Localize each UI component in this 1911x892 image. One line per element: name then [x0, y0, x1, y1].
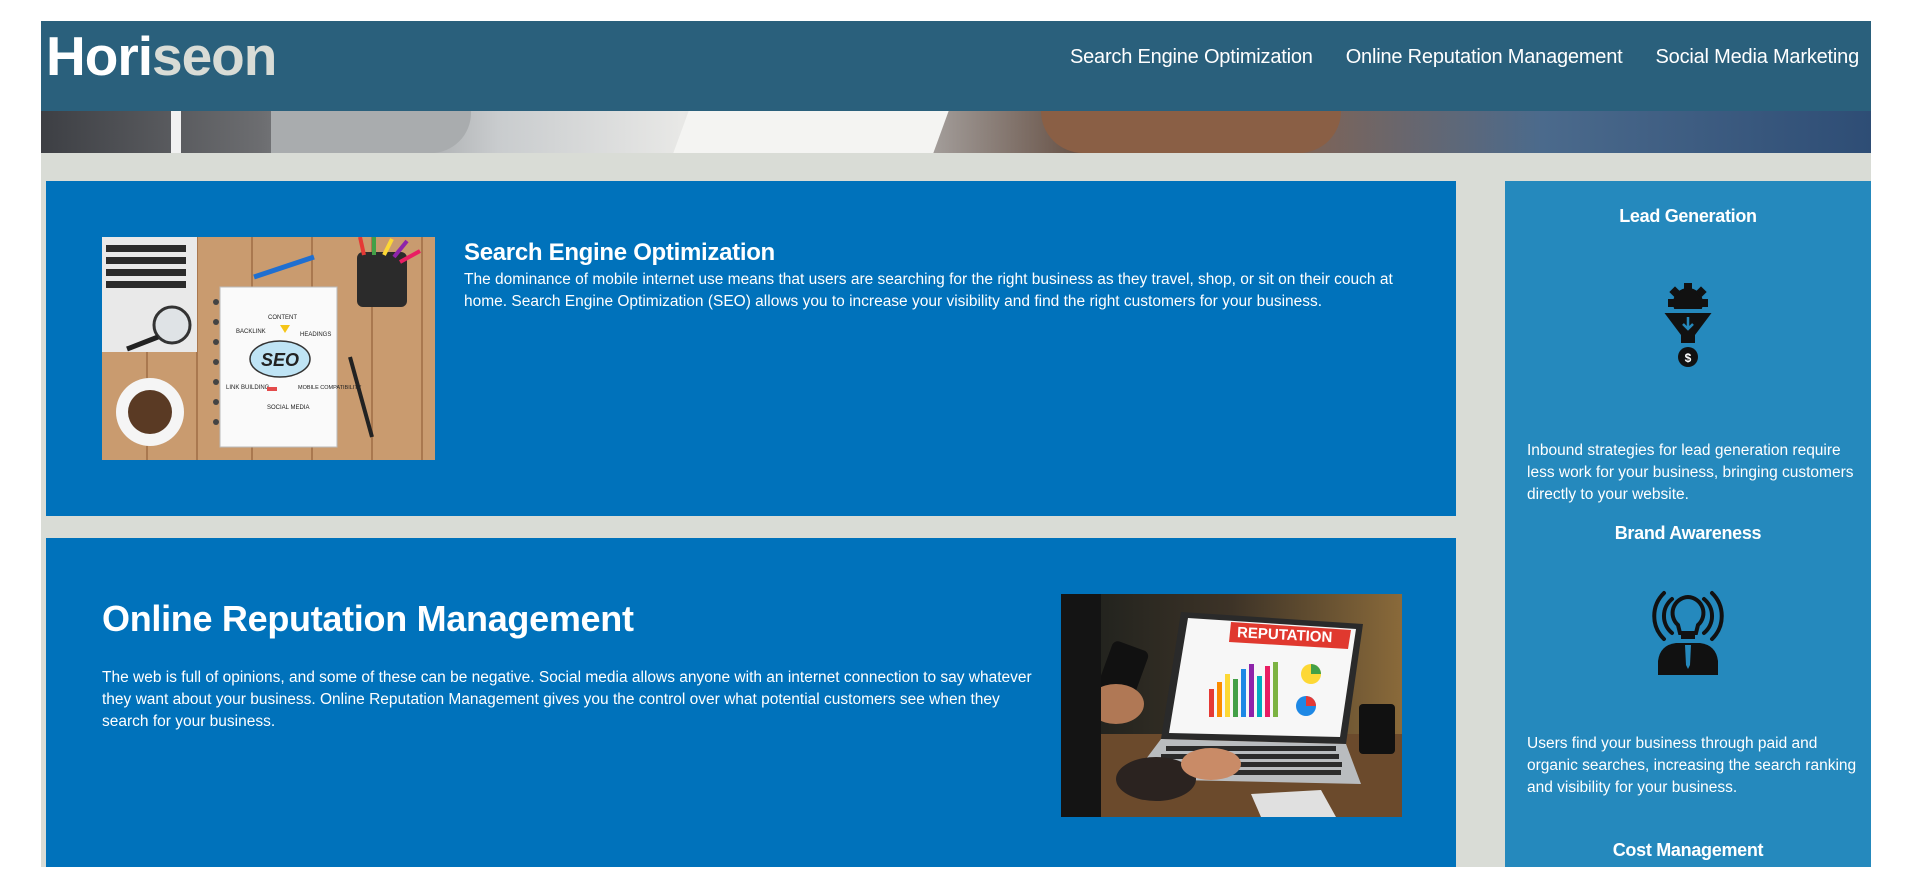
- benefit-body: Inbound strategies for lead generation r…: [1527, 442, 1854, 503]
- orm-section: Online Reputation Management The web is …: [46, 538, 1456, 867]
- benefit-title: Lead Generation: [1619, 206, 1757, 226]
- nav-link-smm[interactable]: Social Media Marketing: [1656, 46, 1860, 69]
- benefit-title: Brand Awareness: [1614, 523, 1762, 543]
- nav-link-seo[interactable]: Search Engine Optimization: [1070, 46, 1313, 69]
- logo-accent: seon: [152, 25, 277, 87]
- nav-link-orm[interactable]: Online Reputation Management: [1346, 46, 1623, 69]
- benefits-sidebar: Lead Generation $ Inbound strategies for…: [1505, 181, 1871, 867]
- benefit-cost-management: Cost Management: [1505, 840, 1871, 861]
- seo-image-backlink-label: BACKLINK: [236, 329, 266, 335]
- benefit-body: Users find your business through paid an…: [1527, 735, 1857, 796]
- page-container: Horiseon Search Engine Optimization Onli…: [41, 21, 1871, 867]
- seo-image-linkbuilding-label: LINK BUILDING: [226, 385, 270, 391]
- orm-body: The web is full of opinions, and some of…: [102, 669, 1032, 730]
- site-header: Horiseon Search Engine Optimization Onli…: [41, 21, 1871, 111]
- site-logo[interactable]: Horiseon: [46, 29, 277, 84]
- seo-image: SEO CONTENT BACKLINK HEADINGS LINK BUILD…: [102, 236, 435, 460]
- seo-section: SEO CONTENT BACKLINK HEADINGS LINK BUILD…: [46, 181, 1456, 516]
- logo-main: Hori: [46, 25, 153, 87]
- seo-image-center-label: SEO: [261, 350, 299, 370]
- benefit-title: Cost Management: [1612, 840, 1764, 860]
- benefit-lead-generation: Lead Generation $ Inbound strategies for…: [1505, 206, 1871, 503]
- lead-generation-icon: $: [1655, 281, 1721, 371]
- benefit-brand-awareness: Brand Awareness Users find your business…: [1505, 523, 1871, 796]
- seo-image-mobile-label: MOBILE COMPATIBILITY: [298, 385, 362, 391]
- svg-text:$: $: [1685, 351, 1692, 365]
- orm-title: Online Reputation Management: [102, 598, 634, 639]
- seo-body: The dominance of mobile internet use mea…: [464, 271, 1393, 310]
- main-nav: Search Engine Optimization Online Reputa…: [1070, 46, 1859, 69]
- seo-image-headings-label: HEADINGS: [300, 332, 331, 338]
- seo-image-content-label: CONTENT: [268, 315, 297, 321]
- orm-image: REPUTATION: [1061, 594, 1402, 817]
- brand-awareness-icon: [1652, 585, 1724, 675]
- hero-image: [41, 111, 1871, 153]
- seo-image-social-label: SOCIAL MEDIA: [267, 405, 309, 411]
- seo-title: Search Engine Optimization: [464, 239, 775, 266]
